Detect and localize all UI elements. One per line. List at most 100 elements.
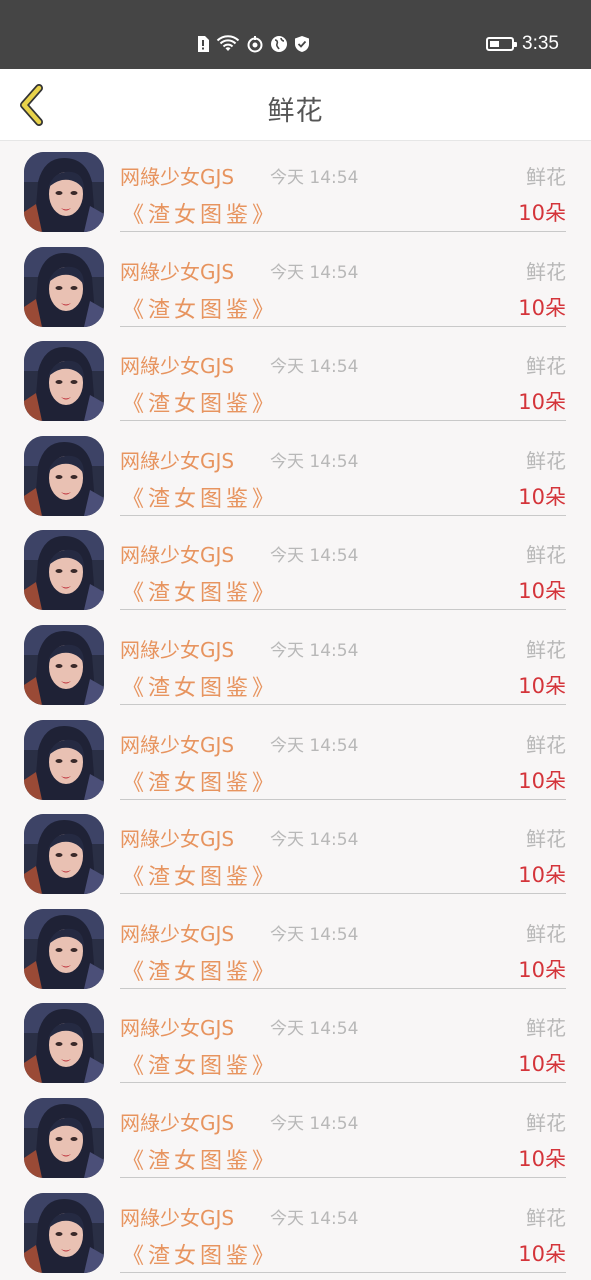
list-item[interactable]: 网綠少女GJS 今天 14:54 鲜花 《渣女图鉴》 10朵 xyxy=(0,1182,591,1277)
avatar[interactable] xyxy=(24,1003,104,1084)
gift-count: 10朵 xyxy=(518,295,566,320)
list-item[interactable]: 网綠少女GJS 今天 14:54 鲜花 《渣女图鉴》 10朵 xyxy=(0,614,591,709)
username: 网綠少女GJS xyxy=(120,1110,235,1135)
avatar[interactable] xyxy=(24,814,104,895)
battery-level xyxy=(490,41,500,47)
timestamp: 今天 14:54 xyxy=(270,924,359,945)
list-item-content: 网綠少女GJS 今天 14:54 鲜花 《渣女图鉴》 10朵 xyxy=(120,141,566,232)
app-header: 鲜花 xyxy=(0,69,591,141)
avatar[interactable] xyxy=(24,246,104,327)
list-item-content: 网綠少女GJS 今天 14:54 鲜花 《渣女图鉴》 10朵 xyxy=(120,709,566,800)
list-item-content: 网綠少女GJS 今天 14:54 鲜花 《渣女图鉴》 10朵 xyxy=(120,236,566,327)
gift-count: 10朵 xyxy=(518,579,566,604)
timestamp: 今天 14:54 xyxy=(270,546,359,567)
list-item[interactable]: 网綠少女GJS 今天 14:54 鲜花 《渣女图鉴》 10朵 xyxy=(0,425,591,520)
avatar[interactable] xyxy=(24,908,104,989)
gift-count: 10朵 xyxy=(518,768,566,793)
book-title[interactable]: 《渣女图鉴》 xyxy=(122,481,278,513)
gift-name: 鲜花 xyxy=(526,732,566,757)
list-item[interactable]: 网綠少女GJS 今天 14:54 鲜花 《渣女图鉴》 10朵 xyxy=(0,709,591,804)
list-item[interactable]: 网綠少女GJS 今天 14:54 鲜花 《渣女图鉴》 10朵 xyxy=(0,898,591,993)
username: 网綠少女GJS xyxy=(120,921,235,946)
book-title[interactable]: 《渣女图鉴》 xyxy=(122,575,278,607)
timestamp: 今天 14:54 xyxy=(270,735,359,756)
gift-count: 10朵 xyxy=(518,863,566,888)
clock: 3:35 xyxy=(522,33,559,54)
username: 网綠少女GJS xyxy=(120,165,235,189)
username: 网綠少女GJS xyxy=(120,732,235,757)
book-title[interactable]: 《渣女图鉴》 xyxy=(122,670,278,702)
list-item-content: 网綠少女GJS 今天 14:54 鲜花 《渣女图鉴》 10朵 xyxy=(120,425,566,516)
avatar[interactable] xyxy=(24,1192,104,1273)
shield-check-icon xyxy=(294,35,310,53)
gift-name: 鲜花 xyxy=(526,827,566,852)
status-bar: 3:35 xyxy=(0,0,591,69)
list-item-content: 网綠少女GJS 今天 14:54 鲜花 《渣女图鉴》 10朵 xyxy=(120,898,566,989)
timestamp: 今天 14:54 xyxy=(270,640,359,661)
list-item[interactable]: 网綠少女GJS 今天 14:54 鲜花 《渣女图鉴》 10朵 xyxy=(0,519,591,614)
page-title: 鲜花 xyxy=(267,96,324,127)
gift-name: 鲜花 xyxy=(526,543,566,568)
avatar[interactable] xyxy=(24,435,104,516)
gift-name: 鲜花 xyxy=(526,1016,566,1041)
list-item-content: 网綠少女GJS 今天 14:54 鲜花 《渣女图鉴》 10朵 xyxy=(120,519,566,611)
timestamp: 今天 14:54 xyxy=(270,1113,359,1134)
gift-name: 鲜花 xyxy=(526,354,566,379)
gift-name: 鲜花 xyxy=(526,165,566,189)
timestamp: 今天 14:54 xyxy=(270,168,359,188)
list-item[interactable]: 网綠少女GJS 今天 14:54 鲜花 《渣女图鉴》 10朵 xyxy=(0,330,591,425)
list-item[interactable]: 网綠少女GJS 今天 14:54 鲜花 《渣女图鉴》 10朵 xyxy=(0,141,591,236)
book-title[interactable]: 《渣女图鉴》 xyxy=(122,1048,278,1080)
avatar[interactable] xyxy=(24,530,104,611)
sim-alert-icon xyxy=(196,35,210,53)
list-item-content: 网綠少女GJS 今天 14:54 鲜花 《渣女图鉴》 10朵 xyxy=(120,992,566,1084)
gift-count: 10朵 xyxy=(518,957,566,982)
avatar[interactable] xyxy=(24,719,104,800)
book-title[interactable]: 《渣女图鉴》 xyxy=(122,859,278,891)
gift-name: 鲜花 xyxy=(526,637,566,662)
gift-count: 10朵 xyxy=(518,201,566,225)
timestamp: 今天 14:54 xyxy=(270,451,359,472)
data-saver-icon xyxy=(246,35,264,53)
gift-name: 鲜花 xyxy=(526,1110,566,1135)
gift-count: 10朵 xyxy=(518,1241,566,1266)
book-title[interactable]: 《渣女图鉴》 xyxy=(122,765,278,797)
book-title[interactable]: 《渣女图鉴》 xyxy=(122,954,278,986)
list-item[interactable]: 网綠少女GJS 今天 14:54 鲜花 《渣女图鉴》 10朵 xyxy=(0,803,591,898)
avatar[interactable] xyxy=(24,624,104,705)
gift-name: 鲜花 xyxy=(526,1205,566,1230)
username: 网綠少女GJS xyxy=(120,637,235,662)
book-title[interactable]: 《渣女图鉴》 xyxy=(122,292,278,324)
timestamp: 今天 14:54 xyxy=(270,262,359,283)
status-right: 3:35 xyxy=(486,32,559,56)
gift-name: 鲜花 xyxy=(526,259,566,284)
username: 网綠少女GJS xyxy=(120,827,235,852)
list-item-content: 网綠少女GJS 今天 14:54 鲜花 《渣女图鉴》 10朵 xyxy=(120,803,566,895)
username: 网綠少女GJS xyxy=(120,448,235,473)
avatar[interactable] xyxy=(24,341,104,422)
book-title[interactable]: 《渣女图鉴》 xyxy=(122,1143,278,1175)
username: 网綠少女GJS xyxy=(120,354,235,379)
gift-name: 鲜花 xyxy=(526,921,566,946)
gift-count: 10朵 xyxy=(518,390,566,415)
list-item-content: 网綠少女GJS 今天 14:54 鲜花 《渣女图鉴》 10朵 xyxy=(120,1087,566,1178)
timestamp: 今天 14:54 xyxy=(270,357,359,378)
list-item[interactable]: 网綠少女GJS 今天 14:54 鲜花 《渣女图鉴》 10朵 xyxy=(0,236,591,331)
gift-record-list: 网綠少女GJS 今天 14:54 鲜花 《渣女图鉴》 10朵 网綠少女GJS 今… xyxy=(0,141,591,1276)
battery-icon xyxy=(486,37,518,51)
vpn-globe-icon xyxy=(270,35,288,53)
list-item[interactable]: 网綠少女GJS 今天 14:54 鲜花 《渣女图鉴》 10朵 xyxy=(0,992,591,1087)
gift-count: 10朵 xyxy=(518,1146,566,1171)
book-title[interactable]: 《渣女图鉴》 xyxy=(122,1238,278,1270)
gift-name: 鲜花 xyxy=(526,448,566,473)
avatar[interactable] xyxy=(24,1097,104,1178)
list-item[interactable]: 网綠少女GJS 今天 14:54 鲜花 《渣女图鉴》 10朵 xyxy=(0,1087,591,1182)
status-icons xyxy=(196,32,310,56)
list-item-content: 网綠少女GJS 今天 14:54 鲜花 《渣女图鉴》 10朵 xyxy=(120,330,566,422)
avatar[interactable] xyxy=(24,152,104,232)
gift-count: 10朵 xyxy=(518,1052,566,1077)
username: 网綠少女GJS xyxy=(120,1205,235,1230)
book-title[interactable]: 《渣女图鉴》 xyxy=(122,386,278,418)
book-title[interactable]: 《渣女图鉴》 xyxy=(122,197,278,229)
list-item-content: 网綠少女GJS 今天 14:54 鲜花 《渣女图鉴》 10朵 xyxy=(120,614,566,705)
